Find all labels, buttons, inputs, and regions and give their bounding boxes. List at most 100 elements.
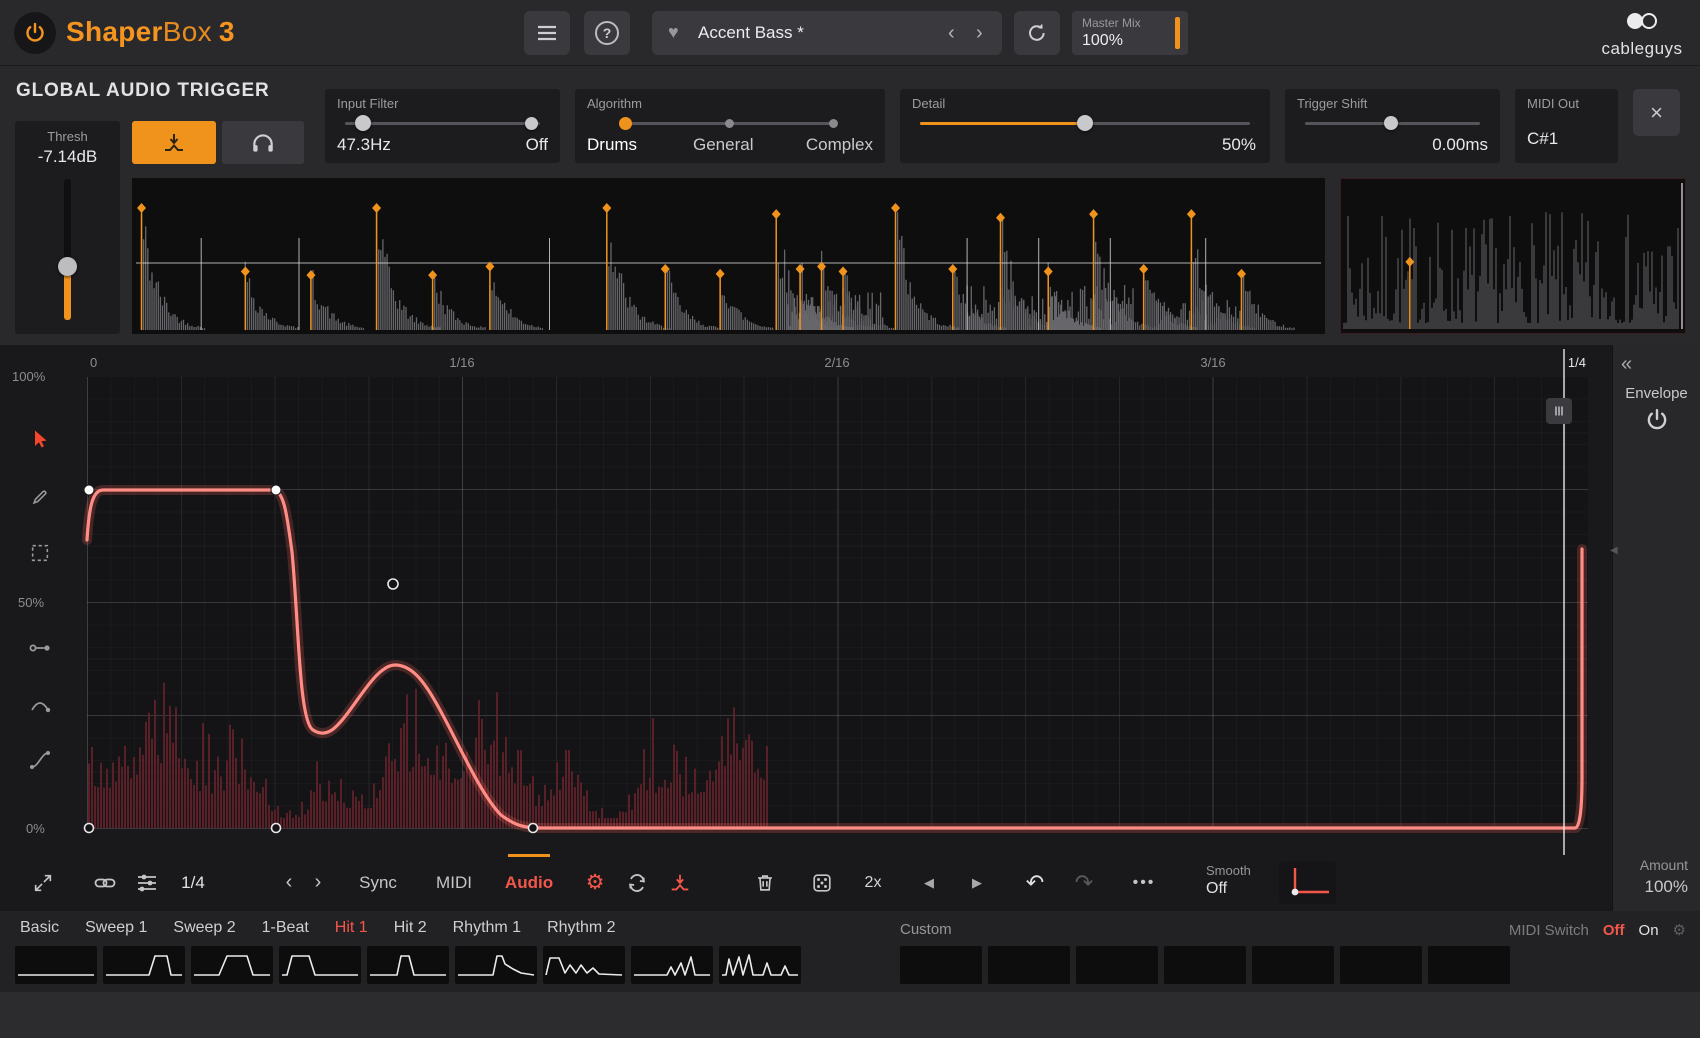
algorithm-dot-drums[interactable]: [619, 117, 632, 130]
midi-mode-button[interactable]: MIDI: [436, 854, 472, 911]
input-filter-low-value[interactable]: 47.3Hz: [337, 135, 391, 155]
vendor-logo[interactable]: cableguys: [1596, 10, 1688, 59]
more-options-button[interactable]: •••: [1133, 854, 1156, 911]
input-filter-high-value[interactable]: Off: [526, 135, 548, 155]
midi-out-value[interactable]: C#1: [1527, 129, 1558, 149]
collapse-panel-button[interactable]: «: [1621, 353, 1632, 376]
wave-tab-basic[interactable]: Basic: [20, 919, 59, 937]
wave-tab-sweep-2[interactable]: Sweep 2: [173, 919, 235, 937]
bypass-power-button[interactable]: [14, 12, 56, 54]
menu-button[interactable]: [524, 11, 570, 55]
audio-trigger-mode-button[interactable]: [132, 121, 216, 164]
input-filter-low-knob[interactable]: [355, 115, 371, 131]
algorithm-option-complex[interactable]: Complex: [806, 135, 873, 155]
custom-preset-slot-3[interactable]: [1076, 946, 1158, 984]
clear-curve-button[interactable]: [754, 854, 776, 911]
tool-line[interactable]: [18, 626, 62, 670]
detail-knob[interactable]: [1077, 115, 1093, 131]
undo-button[interactable]: ↶: [1026, 854, 1044, 911]
custom-preset-slot-1[interactable]: [900, 946, 982, 984]
sync-mode-button[interactable]: Sync: [359, 854, 397, 911]
wave-preset-thumb-hit2[interactable]: [455, 946, 537, 984]
midi-switch-settings-icon[interactable]: ⚙: [1673, 921, 1686, 939]
tool-s-curve[interactable]: [18, 738, 62, 782]
shift-left-button[interactable]: ◀: [924, 854, 934, 911]
preset-prev-button[interactable]: ‹: [948, 11, 955, 55]
input-filter-high-knob[interactable]: [525, 117, 538, 130]
redo-button[interactable]: ↷: [1075, 854, 1093, 911]
master-mix-label: Master Mix: [1082, 16, 1141, 30]
wave-preset-thumb-sweep2[interactable]: [191, 946, 273, 984]
wave-preset-thumb-flat[interactable]: [15, 946, 97, 984]
wave-preset-thumb-rhythm3[interactable]: [719, 946, 801, 984]
panel-resize-handle[interactable]: ◀: [1610, 545, 1618, 556]
algorithm-option-general[interactable]: General: [693, 135, 753, 155]
rate-selector[interactable]: 1/4: [181, 854, 205, 911]
master-mix-slider[interactable]: [1175, 17, 1180, 49]
wave-tab-sweep-1[interactable]: Sweep 1: [85, 919, 147, 937]
algorithm-option-drums[interactable]: Drums: [587, 135, 637, 155]
custom-preset-slot-5[interactable]: [1252, 946, 1334, 984]
midi-switch-on-button[interactable]: On: [1639, 922, 1659, 939]
smooth-curve-preview[interactable]: [1279, 861, 1336, 904]
custom-preset-slot-2[interactable]: [988, 946, 1070, 984]
audio-settings-button[interactable]: ⚙: [586, 854, 605, 911]
rate-next-button[interactable]: ›: [315, 854, 322, 911]
input-filter-track[interactable]: [345, 122, 540, 125]
trigger-side-waveform-display[interactable]: [1340, 178, 1686, 334]
trigger-shift-knob[interactable]: [1384, 116, 1398, 130]
wave-preset-thumb-onebeat[interactable]: [279, 946, 361, 984]
randomize-button[interactable]: [811, 854, 833, 911]
trigger-source-button[interactable]: [669, 854, 691, 911]
wave-tab-rhythm-2[interactable]: Rhythm 2: [547, 919, 615, 937]
favorite-heart-icon[interactable]: ♥: [668, 22, 679, 43]
custom-preset-slot-6[interactable]: [1340, 946, 1422, 984]
envelope-power-button[interactable]: [1613, 407, 1700, 433]
tool-select[interactable]: [18, 531, 62, 575]
expand-editor-button[interactable]: [32, 854, 54, 911]
preset-reload-button[interactable]: [1014, 11, 1060, 55]
trigger-waveform-display[interactable]: [132, 178, 1325, 334]
wave-preset-thumb-rhythm2[interactable]: [631, 946, 713, 984]
thresh-slider-knob[interactable]: [58, 257, 77, 276]
wave-preset-thumb-rhythm1[interactable]: [543, 946, 625, 984]
wave-tab-1-beat[interactable]: 1-Beat: [262, 919, 309, 937]
wave-tab-rhythm-1[interactable]: Rhythm 1: [453, 919, 521, 937]
preset-selector[interactable]: ♥ Accent Bass * ‹ ›: [652, 11, 1002, 55]
link-button[interactable]: [93, 854, 117, 911]
step-snap-button[interactable]: [135, 854, 159, 911]
preset-next-button[interactable]: ›: [976, 11, 983, 55]
wave-tab-hit-2[interactable]: Hit 2: [394, 919, 427, 937]
wave-preset-thumb-hit1[interactable]: [367, 946, 449, 984]
close-trigger-panel-button[interactable]: ×: [1633, 89, 1680, 136]
smooth-control[interactable]: Smooth Off: [1206, 863, 1251, 899]
audio-mode-button[interactable]: Audio: [505, 854, 553, 911]
preset-name[interactable]: Accent Bass *: [698, 11, 804, 55]
speed-button[interactable]: 2x: [865, 854, 882, 911]
detail-value[interactable]: 50%: [1222, 135, 1256, 155]
help-button[interactable]: ?: [584, 11, 630, 55]
grid-grip-handle[interactable]: [1546, 398, 1572, 424]
retrigger-loop-button[interactable]: [625, 854, 649, 911]
algorithm-dot-complex[interactable]: [829, 119, 838, 128]
trigger-listen-button[interactable]: [222, 121, 304, 164]
chain-icon: [93, 871, 117, 895]
amount-value[interactable]: 100%: [1645, 877, 1688, 897]
algorithm-dot-general[interactable]: [725, 119, 734, 128]
tool-curve[interactable]: [18, 683, 62, 727]
algorithm-label: Algorithm: [587, 96, 642, 111]
rate-prev-button[interactable]: ‹: [286, 854, 293, 911]
smooth-value[interactable]: Off: [1206, 879, 1251, 899]
tool-draw[interactable]: [18, 475, 62, 519]
threshold-panel: Thresh -7.14dB: [15, 121, 120, 334]
shift-right-button[interactable]: ▶: [972, 854, 982, 911]
tool-pointer[interactable]: [18, 417, 62, 461]
trigger-shift-value[interactable]: 0.00ms: [1432, 135, 1488, 155]
envelope-curve-layer[interactable]: [87, 377, 1588, 829]
custom-preset-slot-7[interactable]: [1428, 946, 1510, 984]
master-mix-control[interactable]: Master Mix 100%: [1072, 11, 1188, 55]
custom-preset-slot-4[interactable]: [1164, 946, 1246, 984]
midi-switch-off-button[interactable]: Off: [1603, 922, 1625, 939]
wave-tab-hit-1[interactable]: Hit 1: [335, 919, 368, 937]
wave-preset-thumb-sweep1[interactable]: [103, 946, 185, 984]
